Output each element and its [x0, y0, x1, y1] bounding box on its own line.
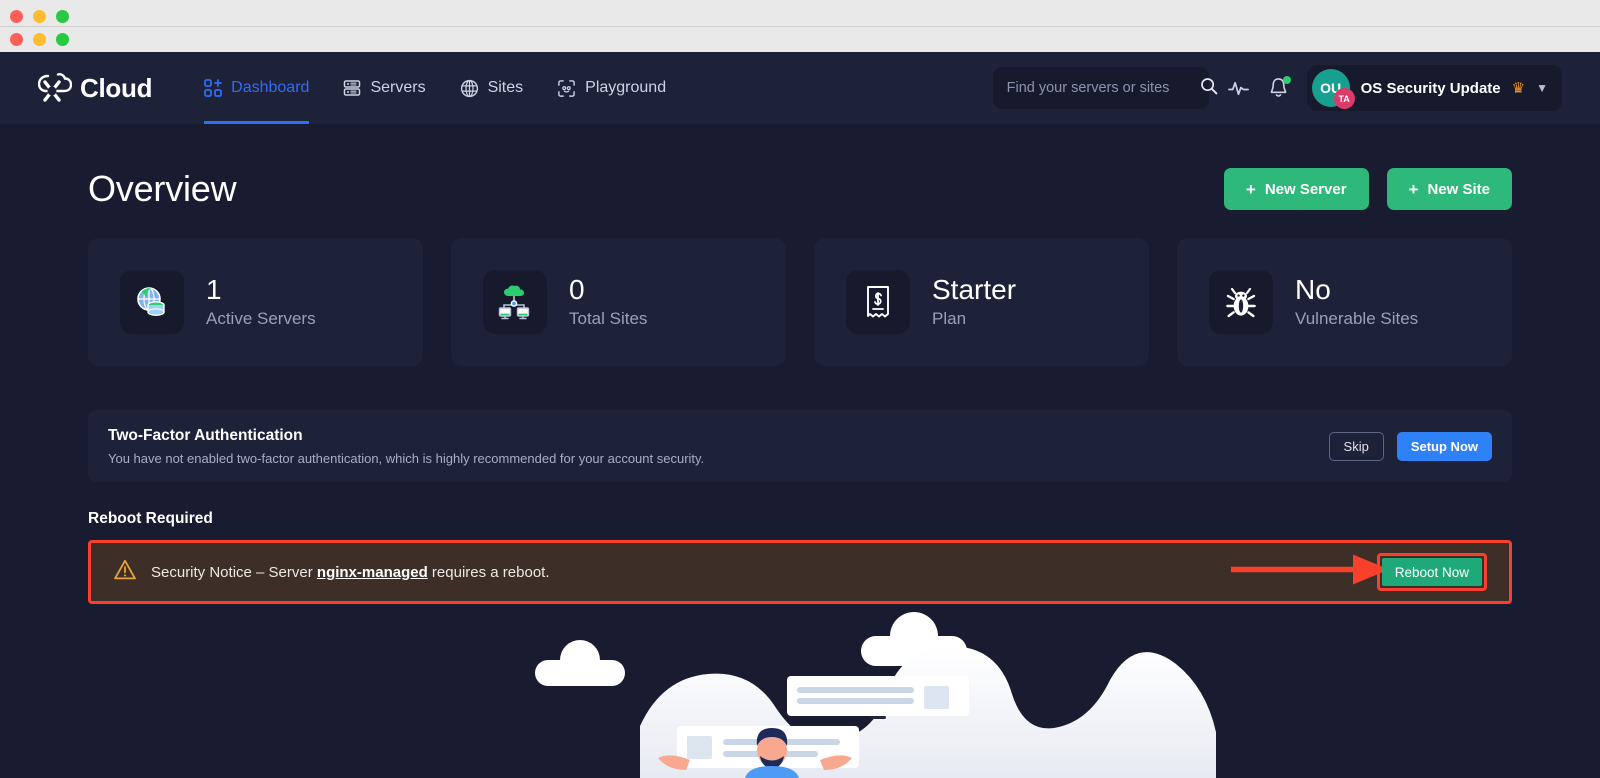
stat-card-active-servers[interactable]: 1 Active Servers	[88, 238, 423, 366]
stat-value: 1	[206, 273, 222, 305]
search-input[interactable]	[1006, 80, 1194, 96]
bell-icon[interactable]	[1268, 76, 1291, 99]
stat-text: 1 Active Servers	[206, 274, 316, 330]
page-header: Overview + New Server + New Site	[88, 124, 1512, 238]
globe-database-icon	[120, 270, 184, 334]
chrome-divider	[0, 26, 1600, 27]
alert-message-suffix: requires a reboot.	[427, 563, 550, 581]
playground-icon	[557, 79, 576, 98]
page-title: Overview	[88, 168, 237, 209]
user-menu-chip[interactable]: OU TA OS Security Update ♛ ▼	[1306, 65, 1562, 111]
stat-value: 0	[569, 273, 585, 305]
reboot-now-button[interactable]: Reboot Now	[1381, 558, 1482, 586]
top-navigation-bar: Cloud Dashboard Servers Sites Playground…	[0, 52, 1600, 124]
stat-label: Vulnerable Sites	[1295, 309, 1419, 329]
traffic-lights-bottom[interactable]	[10, 33, 69, 46]
dashboard-illustration	[0, 608, 1600, 778]
traffic-lights-top[interactable]	[10, 10, 69, 23]
cloud-shapes	[535, 612, 967, 686]
stat-card-plan[interactable]: Starter Plan	[814, 238, 1149, 366]
illustration-person	[658, 728, 852, 778]
close-window-button[interactable]	[10, 10, 23, 23]
close-window-button-2[interactable]	[10, 33, 23, 46]
alert-server-name[interactable]: nginx-managed	[317, 564, 428, 581]
reboot-required-heading: Reboot Required	[88, 510, 213, 527]
reboot-button-highlight: Reboot Now	[1376, 553, 1487, 591]
two-factor-actions: Skip Setup Now	[1328, 431, 1492, 461]
cloud-network-icon	[483, 270, 547, 334]
cloud-x-logo-icon	[37, 73, 73, 103]
search-icon[interactable]	[1200, 77, 1218, 100]
plus-icon: +	[1408, 179, 1419, 199]
search-box[interactable]	[992, 67, 1217, 109]
nav-item-dashboard[interactable]: Dashboard	[204, 52, 310, 124]
window-chrome	[0, 0, 1600, 52]
illustration-panel-upper	[787, 676, 969, 719]
alert-message-prefix: Security Notice – Server	[151, 563, 317, 581]
receipt-dollar-icon	[846, 270, 910, 334]
nav-item-servers[interactable]: Servers	[343, 52, 426, 124]
avatar-badge: TA	[1333, 88, 1355, 109]
illustration-panel-lower	[677, 726, 859, 768]
stat-text: No Vulnerable Sites	[1295, 274, 1418, 330]
new-site-label: New Site	[1427, 180, 1490, 198]
stat-value: Starter	[932, 273, 1017, 305]
brand-name: Cloud	[80, 72, 153, 103]
page-actions: + New Server + New Site	[1223, 168, 1512, 210]
globe-icon	[460, 79, 479, 98]
two-factor-text: Two-Factor Authentication You have not e…	[108, 427, 704, 466]
stat-label: Total Sites	[569, 309, 648, 329]
reboot-alert-message: Security Notice – Server nginx-managed r…	[151, 564, 550, 581]
minimize-window-button[interactable]	[33, 10, 46, 23]
stat-text: 0 Total Sites	[569, 274, 647, 330]
app-root: Cloud Dashboard Servers Sites Playground…	[0, 52, 1600, 778]
plus-icon: +	[1245, 179, 1256, 199]
new-site-button[interactable]: + New Site	[1386, 168, 1512, 210]
stat-card-total-sites[interactable]: 0 Total Sites	[451, 238, 786, 366]
minimize-window-button-2[interactable]	[33, 33, 46, 46]
stat-value: No	[1295, 273, 1331, 305]
two-factor-title: Two-Factor Authentication	[108, 426, 303, 444]
server-rack-icon	[343, 79, 361, 97]
new-server-button[interactable]: + New Server	[1223, 168, 1369, 210]
new-server-label: New Server	[1264, 180, 1347, 198]
nav-item-playground[interactable]: Playground	[557, 52, 666, 124]
stat-card-row: 1 Active Servers 0 Total Sites Starter P…	[88, 238, 1512, 366]
topnav-right-group: OU TA OS Security Update ♛ ▼	[992, 65, 1562, 111]
nav-item-label: Sites	[487, 79, 524, 96]
bug-icon	[1209, 270, 1273, 334]
two-factor-description: You have not enabled two-factor authenti…	[108, 450, 705, 466]
notification-dot	[1282, 76, 1291, 84]
stat-card-vulnerable-sites[interactable]: No Vulnerable Sites	[1177, 238, 1512, 366]
nav-item-sites[interactable]: Sites	[460, 52, 524, 124]
stat-text: Starter Plan	[932, 274, 1016, 330]
right-arrow-annotation-icon	[1229, 551, 1401, 594]
user-name: OS Security Update	[1360, 79, 1501, 97]
activity-pulse-icon[interactable]	[1227, 77, 1250, 100]
nav-items: Dashboard Servers Sites Playground	[204, 52, 666, 124]
nav-item-label: Servers	[370, 79, 426, 96]
grid-plus-icon	[204, 79, 223, 97]
nav-item-label: Dashboard	[231, 79, 310, 96]
chevron-down-icon[interactable]: ▼	[1536, 81, 1548, 95]
page-content: Overview + New Server + New Site 1 Activ…	[0, 124, 1600, 604]
setup-now-button[interactable]: Setup Now	[1396, 431, 1492, 461]
stat-label: Active Servers	[206, 309, 316, 329]
skip-button[interactable]: Skip	[1328, 431, 1384, 461]
brand-logo[interactable]: Cloud	[37, 72, 153, 104]
crown-icon: ♛	[1511, 80, 1526, 97]
maximize-window-button[interactable]	[56, 10, 69, 23]
warning-triangle-icon	[113, 558, 137, 587]
two-factor-banner: Two-Factor Authentication You have not e…	[88, 410, 1512, 482]
avatar: OU TA	[1311, 69, 1355, 109]
reboot-alert: Security Notice – Server nginx-managed r…	[88, 540, 1512, 604]
stat-label: Plan	[932, 309, 967, 329]
nav-item-label: Playground	[585, 79, 667, 96]
maximize-window-button-2[interactable]	[56, 33, 69, 46]
